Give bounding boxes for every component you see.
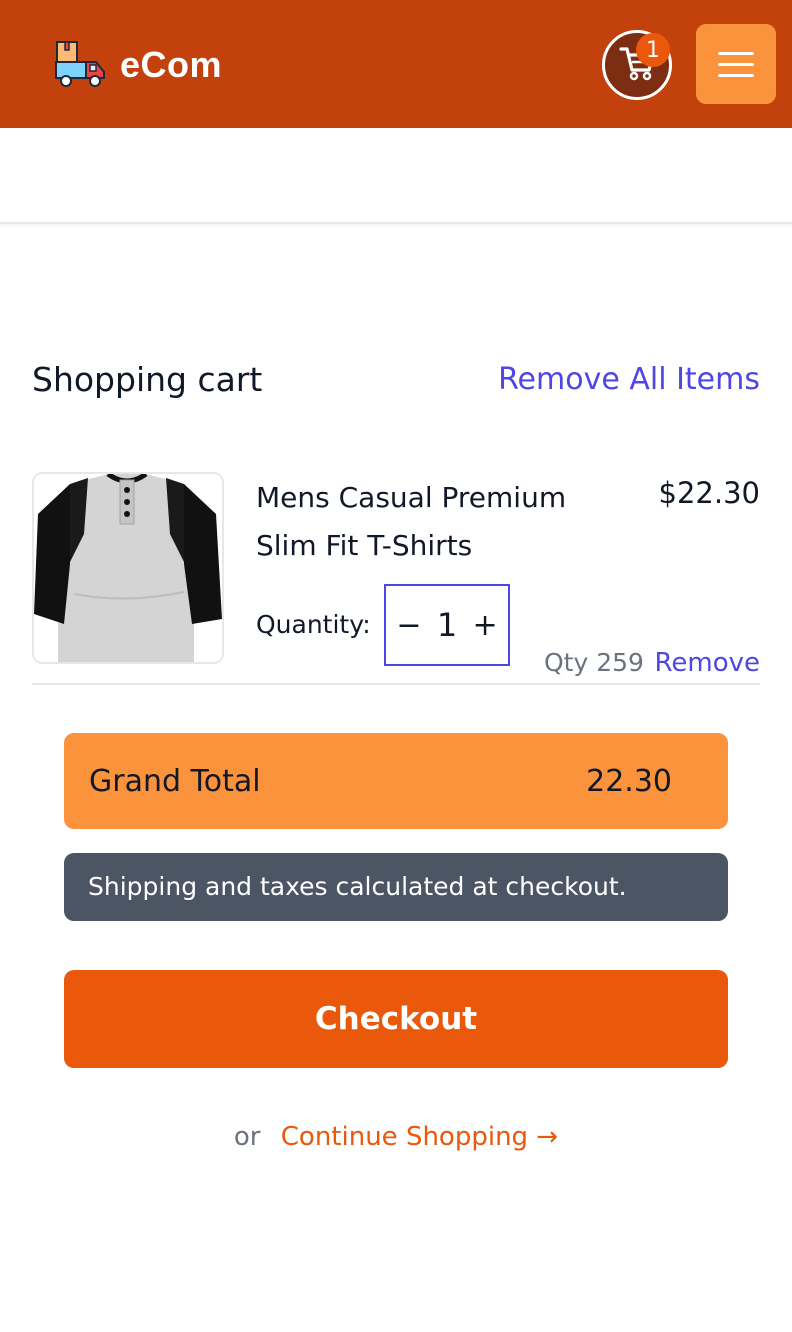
brand-name[interactable]: eCom <box>120 44 222 86</box>
continue-shopping-row: or Continue Shopping → <box>0 1122 792 1152</box>
product-price: $22.30 <box>658 476 760 510</box>
grand-total-value: 22.30 <box>586 764 672 799</box>
quantity-stepper[interactable]: − 1 + <box>384 584 510 666</box>
minus-icon[interactable]: − <box>391 608 427 643</box>
product-image[interactable] <box>32 472 224 664</box>
page-title: Shopping cart <box>32 360 263 399</box>
item-divider <box>32 683 760 685</box>
grand-total-label: Grand Total <box>89 764 261 799</box>
hamburger-menu-button[interactable] <box>696 24 776 104</box>
continue-shopping-link[interactable]: Continue Shopping → <box>281 1122 558 1152</box>
quantity-value: 1 <box>436 606 458 644</box>
or-text: or <box>233 1122 261 1152</box>
grand-total-box: Grand Total 22.30 <box>64 733 728 829</box>
secondary-bar <box>0 128 792 224</box>
plus-icon[interactable]: + <box>467 608 503 643</box>
shipping-notice-text: Shipping and taxes calculated at checkou… <box>88 872 627 901</box>
product-name[interactable]: Mens Casual Premium Slim Fit T-Shirts <box>256 474 616 570</box>
checkout-button[interactable]: Checkout <box>64 970 728 1068</box>
remove-item-link[interactable]: Remove <box>654 648 760 678</box>
hamburger-menu-icon <box>718 51 754 55</box>
cart-count-badge: 1 <box>636 33 670 67</box>
shipping-notice: Shipping and taxes calculated at checkou… <box>64 853 728 921</box>
stock-quantity: Qty 259 <box>544 648 644 677</box>
delivery-truck-icon[interactable] <box>54 40 106 90</box>
remove-all-items-link[interactable]: Remove All Items <box>498 362 760 397</box>
top-navbar: eCom 1 <box>0 0 792 128</box>
quantity-label: Quantity: <box>256 610 371 639</box>
